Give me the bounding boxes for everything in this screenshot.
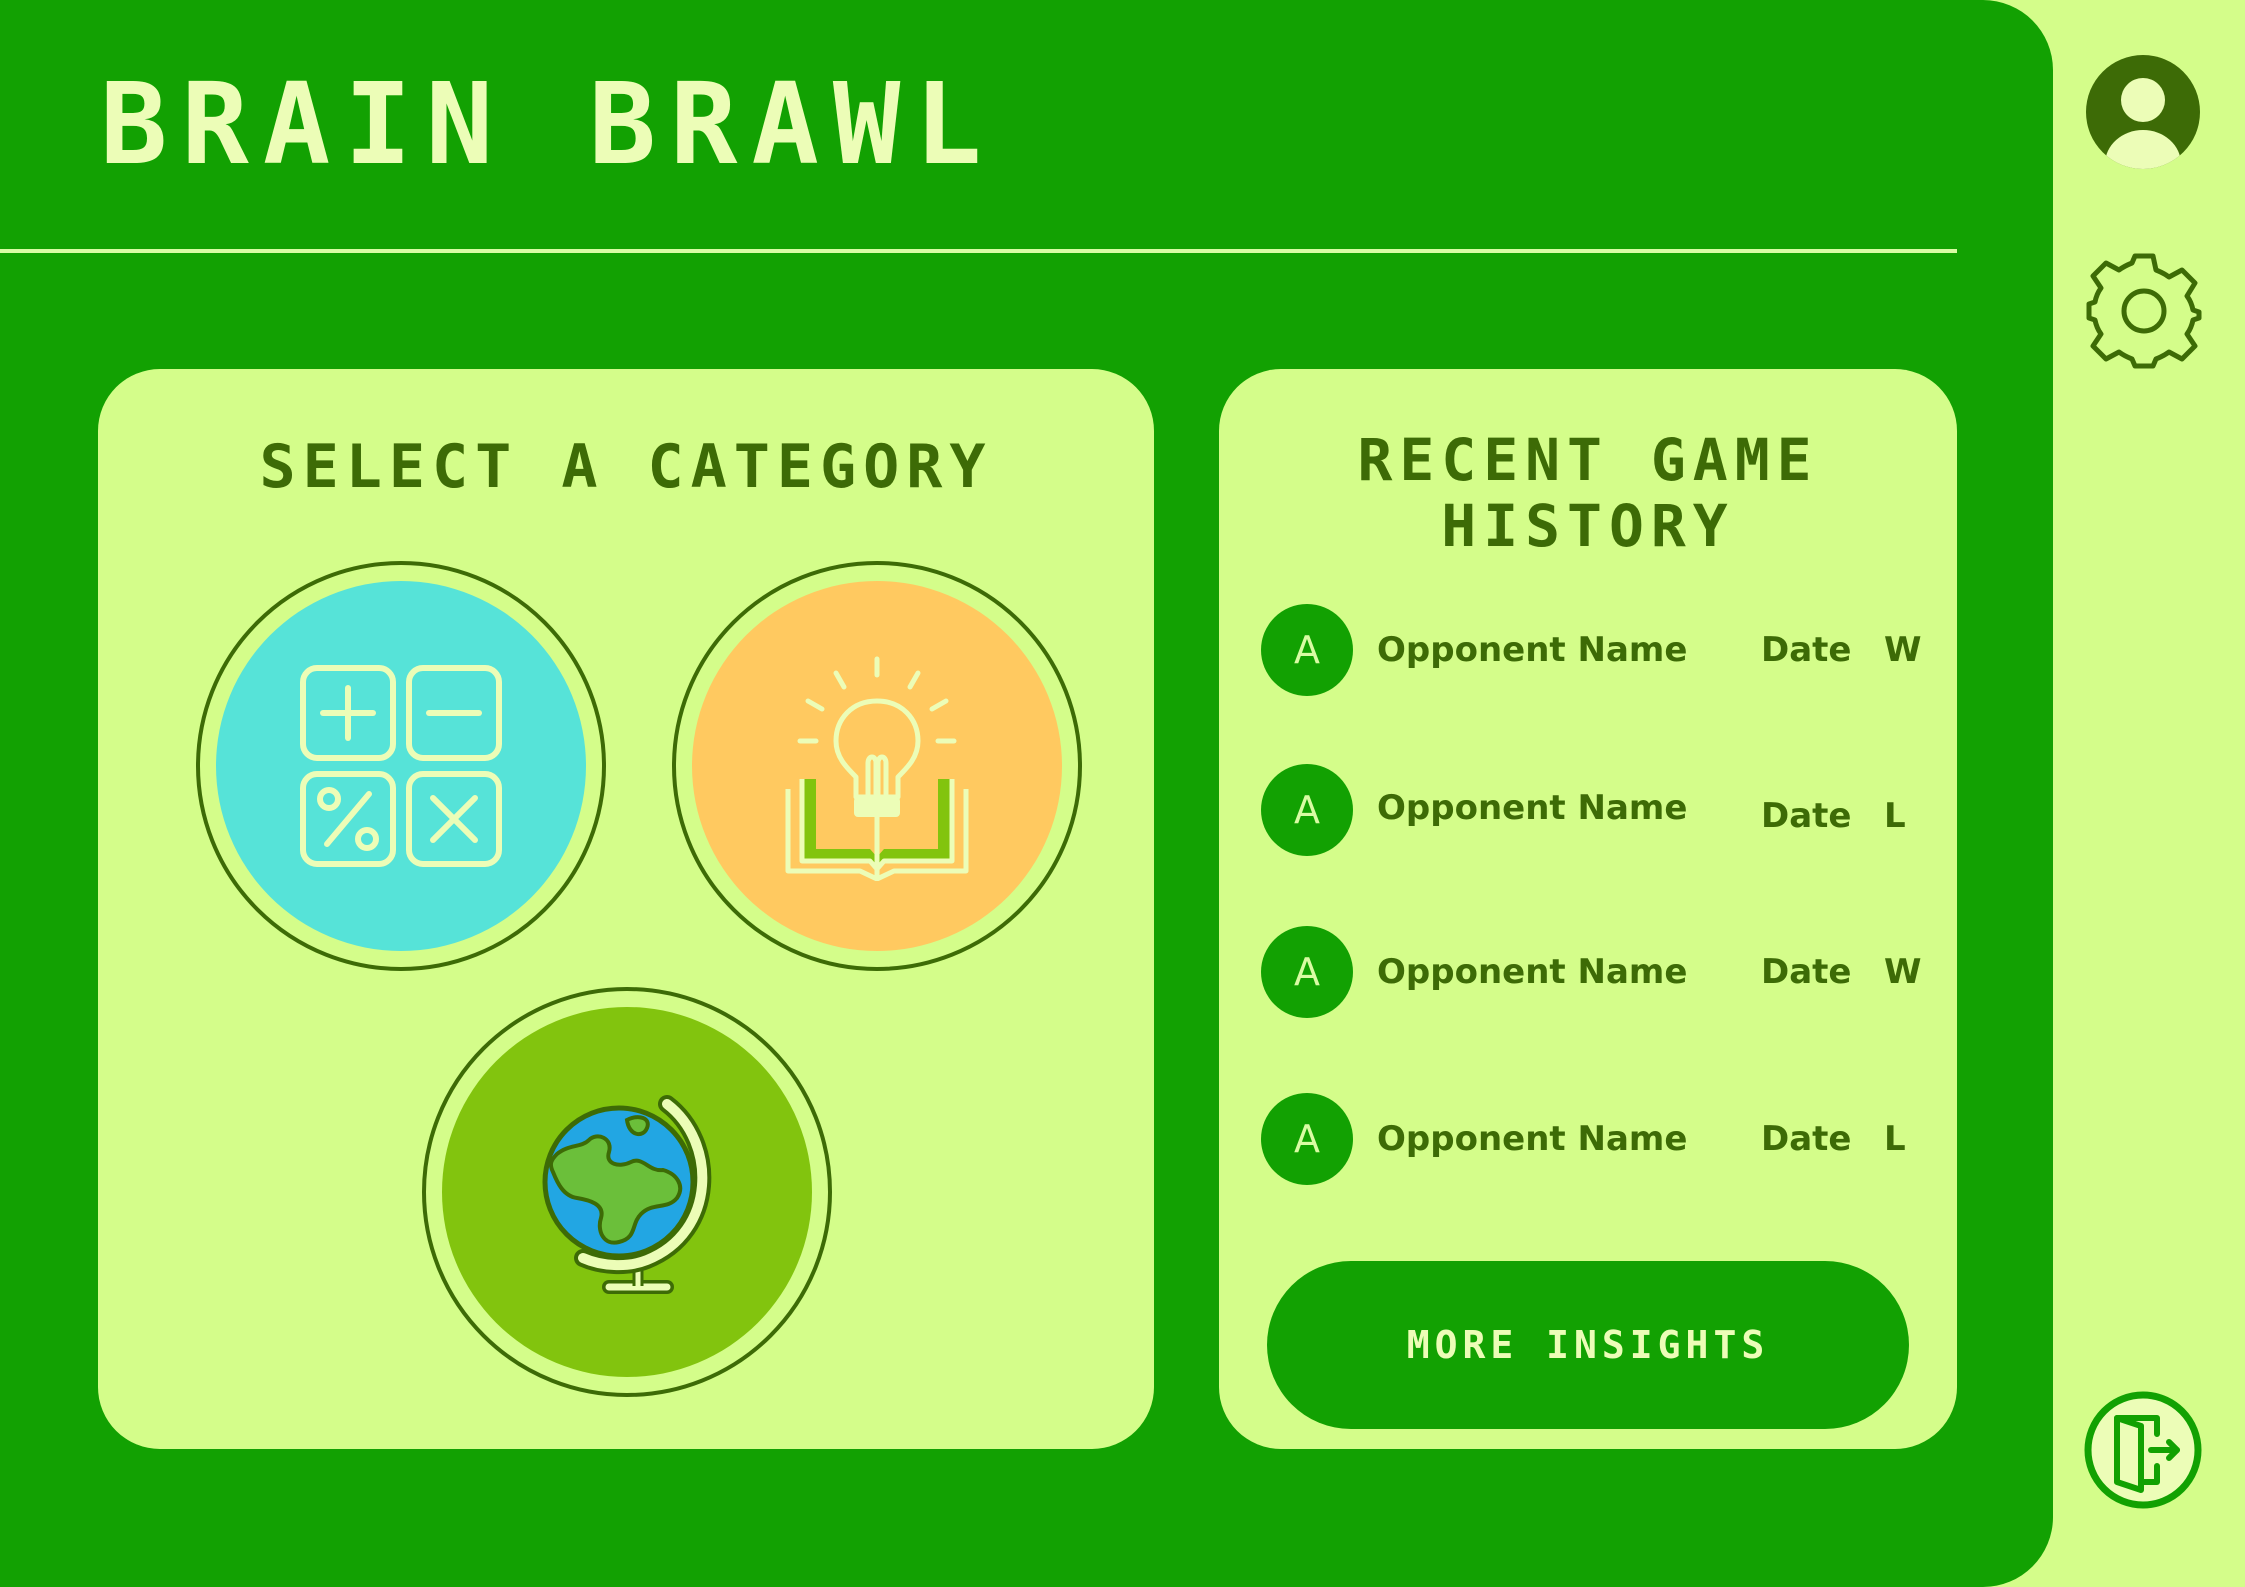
game-date: Date [1761, 796, 1852, 836]
game-date: Date [1761, 630, 1852, 670]
history-card: RECENT GAME HISTORY A Opponent Name Date… [1219, 369, 1957, 1449]
opponent-name: Opponent Name [1377, 952, 1688, 992]
category-card: SELECT A CATEGORY [98, 369, 1154, 1449]
user-profile-icon[interactable] [2083, 52, 2203, 172]
category-geography-button[interactable] [422, 987, 832, 1397]
calculator-icon [300, 665, 502, 867]
category-knowledge-circle [692, 581, 1062, 951]
globe-icon [542, 1095, 712, 1294]
category-geography-circle [442, 1007, 812, 1377]
game-date: Date [1761, 952, 1852, 992]
lightbulb-book-icon [785, 656, 969, 881]
history-card-title: RECENT GAME HISTORY [1357, 426, 1819, 560]
history-row[interactable]: A Opponent Name Date L [1261, 764, 1921, 856]
app-title: BRAIN BRAWL [100, 60, 996, 190]
history-row[interactable]: A Opponent Name Date L [1261, 1093, 1921, 1185]
category-knowledge-button[interactable] [672, 561, 1082, 971]
opponent-name: Opponent Name [1377, 630, 1688, 670]
game-result: L [1884, 796, 1906, 836]
opponent-avatar: A [1261, 1093, 1353, 1185]
category-card-title: SELECT A CATEGORY [259, 432, 993, 502]
category-math-button[interactable] [196, 561, 606, 971]
more-insights-button[interactable]: MORE INSIGHTS [1267, 1261, 1909, 1429]
opponent-avatar: A [1261, 604, 1353, 696]
exit-door-icon[interactable] [2083, 1390, 2203, 1510]
header-divider [0, 249, 1957, 253]
history-row[interactable]: A Opponent Name Date W [1261, 604, 1922, 696]
game-result: L [1884, 1119, 1906, 1159]
settings-gear-icon[interactable] [2083, 250, 2205, 372]
opponent-name: Opponent Name [1377, 788, 1688, 828]
opponent-avatar: A [1261, 926, 1353, 1018]
main-panel: BRAIN BRAWL SELECT A CATEGORY RECENT GAM… [0, 0, 2053, 1587]
game-date: Date [1761, 1119, 1852, 1159]
category-math-circle [216, 581, 586, 951]
opponent-avatar: A [1261, 764, 1353, 856]
opponent-name: Opponent Name [1377, 1119, 1688, 1159]
history-row[interactable]: A Opponent Name Date W [1261, 926, 1922, 1018]
game-result: W [1884, 952, 1922, 992]
game-result: W [1884, 630, 1922, 670]
